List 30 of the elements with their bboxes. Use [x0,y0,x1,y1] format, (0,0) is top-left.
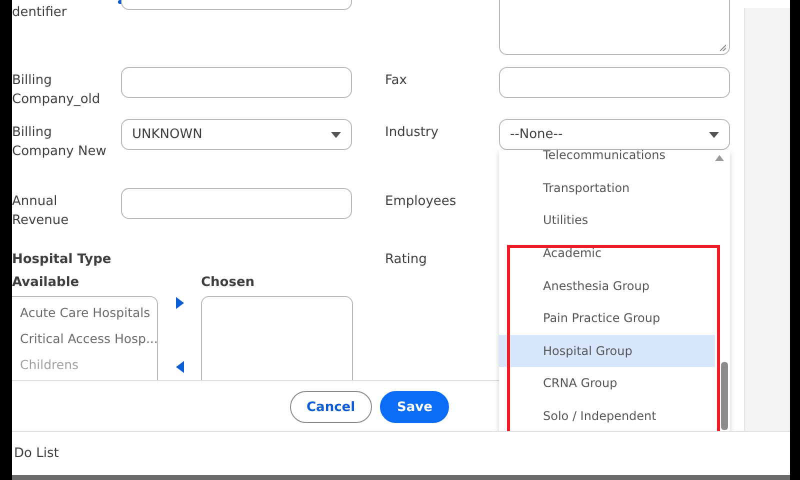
move-right-icon[interactable] [176,297,184,309]
list-label: Available [12,275,80,290]
field-label: Rating [385,252,428,267]
field-label: Fax [385,72,408,90]
dropdown-option[interactable]: Hospital Group [499,334,715,368]
resize-grip-icon [719,44,726,51]
input-field[interactable] [121,188,352,219]
cancel-button[interactable]: Cancel [290,391,372,423]
input-field[interactable] [499,67,730,98]
scroll-up-icon[interactable] [715,155,724,161]
scrollbar-thumb[interactable] [721,362,728,430]
list-option[interactable]: Critical Access Hosp... [20,331,157,346]
field-label: Billing Company_old [12,72,102,109]
bar-title: Do List [14,446,59,462]
input-field[interactable] [121,67,352,98]
field-label: Employees [385,193,458,211]
section-title: Hospital Type [12,252,112,267]
list-option[interactable]: Acute Care Hospitals [20,305,157,320]
select-field[interactable]: UNKNOWN [121,119,352,150]
field-label: Annual Revenue [12,193,70,230]
save-button[interactable]: Save [380,391,450,423]
caret-icon [709,132,719,138]
field-label: dentifier [12,4,68,22]
select-field[interactable]: --None-- [499,119,730,150]
move-left-icon[interactable] [176,361,184,373]
list-label: Chosen [201,275,256,290]
caret-icon [331,132,341,138]
dropdown-option[interactable]: Telecommunications [499,150,715,172]
field-label: Industry [385,124,440,142]
field-label: Billing Company New [12,124,108,161]
